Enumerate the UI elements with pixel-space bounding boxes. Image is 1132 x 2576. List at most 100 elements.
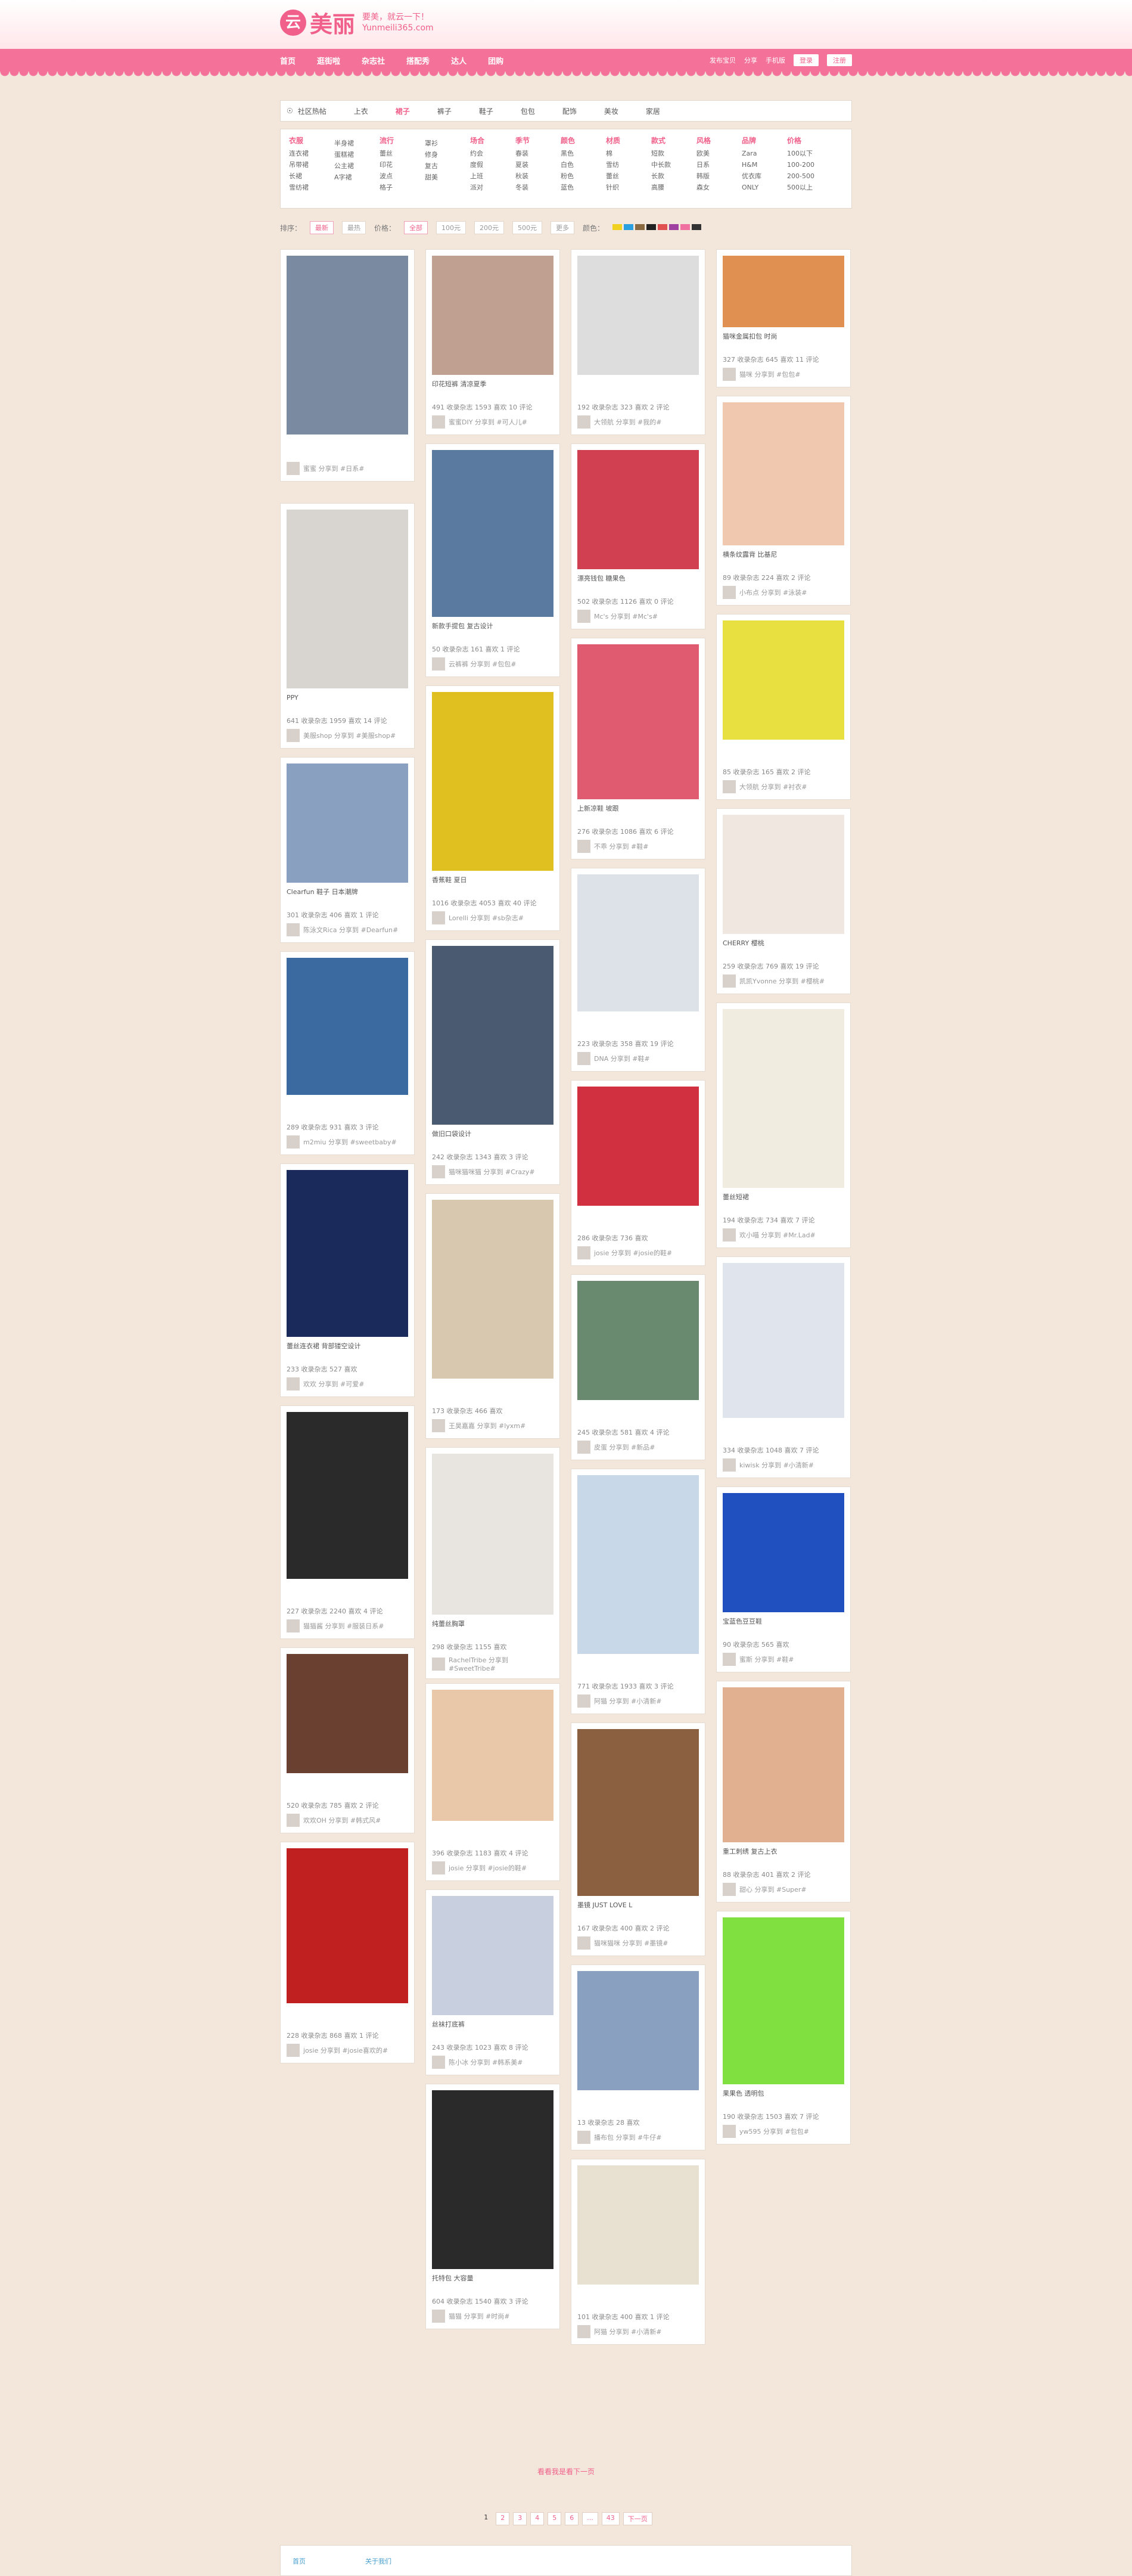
tab-category[interactable]: 家居 (646, 106, 660, 116)
subcat-item[interactable]: 上班 (470, 170, 507, 182)
sharer-text[interactable]: 蜜斯 分享到 #鞋# (739, 1655, 794, 1664)
subcat-item[interactable]: 复古 (425, 160, 462, 172)
subcat-item[interactable]: 优衣库 (742, 170, 779, 182)
avatar[interactable] (577, 840, 590, 853)
register-button[interactable]: 注册 (827, 54, 852, 66)
color-swatch[interactable] (624, 224, 634, 230)
sharer-text[interactable]: josie 分享到 #josie喜欢的# (303, 2046, 388, 2055)
sharer-text[interactable]: Mc's 分享到 #Mc's# (594, 612, 658, 621)
product-card[interactable]: 托特包 大容量 604 收录杂志 1540 喜欢 3 评论 猫猫 分享到 #时尚# (425, 2084, 560, 2329)
sharer-text[interactable]: 欢欢OH 分享到 #韩式风# (303, 1815, 381, 1825)
product-image[interactable] (577, 874, 699, 1011)
product-card[interactable]: 223 收录杂志 358 喜欢 19 评论 DNA 分享到 #鞋# (571, 868, 705, 1072)
sharer-text[interactable]: 蜜蜜 分享到 #日系# (303, 464, 364, 473)
product-card[interactable]: 新款手提包 复古设计 50 收录杂志 161 喜欢 1 评论 云裤裤 分享到 #包包… (425, 443, 560, 677)
logo[interactable]: 云 美丽 要美，就云一下！ Yunmeili365.com (280, 6, 434, 39)
product-image[interactable] (287, 958, 408, 1095)
tab-category[interactable]: 鞋子 (479, 106, 493, 116)
price-500[interactable]: 500元 (512, 221, 543, 234)
sharer-text[interactable]: 云裤裤 分享到 #包包# (449, 659, 516, 669)
subcat-item[interactable]: 长款 (651, 170, 688, 182)
product-image[interactable] (287, 1170, 408, 1337)
subcat-item[interactable]: 波点 (380, 170, 416, 182)
product-image[interactable] (287, 1654, 408, 1773)
product-image[interactable] (577, 644, 699, 799)
product-image[interactable] (577, 1729, 699, 1896)
subcat-heading[interactable]: 季节 (515, 135, 552, 145)
sort-newest[interactable]: 最新 (310, 221, 334, 234)
tab-category[interactable]: 配饰 (562, 106, 577, 116)
tab-category[interactable]: 上衣 (354, 106, 368, 116)
sharer-text[interactable]: 陈泳文Rica 分享到 #Dearfun# (303, 925, 398, 935)
avatar[interactable] (287, 729, 300, 742)
nav-shopping[interactable]: 逛街啦 (317, 55, 340, 66)
avatar[interactable] (723, 2125, 736, 2138)
mobile-link[interactable]: 手机版 (766, 55, 785, 65)
login-button[interactable]: 登录 (794, 54, 819, 66)
product-card[interactable]: 丝袜打底裤 243 收录杂志 1023 喜欢 8 评论 陈小冰 分享到 #韩系美# (425, 1889, 560, 2075)
color-swatch[interactable] (669, 224, 679, 230)
share-link[interactable]: 分享 (744, 55, 757, 65)
avatar[interactable] (723, 368, 736, 381)
product-image[interactable] (723, 1917, 844, 2084)
product-image[interactable] (432, 1454, 553, 1615)
product-card[interactable]: 245 收录杂志 581 喜欢 4 评论 皮蛋 分享到 #新品# (571, 1274, 705, 1460)
avatar[interactable] (287, 2044, 300, 2057)
sharer-text[interactable]: kiwisk 分享到 #小清新# (739, 1460, 814, 1470)
subcat-heading[interactable]: 风格 (696, 135, 733, 145)
product-card[interactable]: 334 收录杂志 1048 喜欢 7 评论 kiwisk 分享到 #小清新# (716, 1256, 851, 1478)
page-link[interactable]: 2 (496, 2512, 510, 2525)
subcat-item[interactable]: 甜美 (425, 172, 462, 183)
product-card[interactable]: 101 收录杂志 400 喜欢 1 评论 阿猫 分享到 #小清新# (571, 2159, 705, 2345)
subcat-item[interactable]: 欧美 (696, 148, 733, 159)
subcat-item[interactable]: 短款 (651, 148, 688, 159)
avatar[interactable] (723, 780, 736, 793)
sharer-text[interactable]: 猫猫 分享到 #时尚# (449, 2311, 509, 2321)
product-image[interactable] (432, 450, 553, 617)
nav-magazine[interactable]: 杂志社 (362, 55, 385, 66)
subcat-item[interactable]: 夏装 (515, 159, 552, 170)
product-image[interactable] (723, 1009, 844, 1188)
product-card[interactable]: 192 收录杂志 323 喜欢 2 评论 大领航 分享到 #我的# (571, 249, 705, 435)
subcat-item[interactable]: 罩衫 (425, 138, 462, 149)
subcat-item[interactable]: 度假 (470, 159, 507, 170)
product-card[interactable]: 香蕉鞋 夏日 1016 收录杂志 4053 喜欢 40 评论 Lorelli 分享到… (425, 685, 560, 931)
sharer-text[interactable]: 阿猫 分享到 #小清新# (594, 2327, 661, 2336)
product-card[interactable]: 横条纹露背 比基尼 89 收录杂志 224 喜欢 2 评论 小布点 分享到 #泳装# (716, 396, 851, 606)
page-link[interactable]: 1 (480, 2512, 492, 2525)
avatar[interactable] (432, 911, 445, 924)
avatar[interactable] (723, 1228, 736, 1242)
product-card[interactable]: 13 收录杂志 28 喜欢 播布包 分享到 #牛仔# (571, 1964, 705, 2150)
product-image[interactable] (723, 256, 844, 327)
price-100[interactable]: 100元 (436, 221, 467, 234)
subcat-item[interactable]: 修身 (425, 149, 462, 160)
subcat-item[interactable]: H&M (742, 159, 779, 170)
product-card[interactable]: 印花短裤 清凉夏季 491 收录杂志 1593 喜欢 10 评论 蜜蜜DIY 分享到… (425, 249, 560, 435)
page-link[interactable]: 6 (565, 2512, 579, 2525)
subcat-item[interactable]: 连衣裙 (289, 148, 326, 159)
sharer-text[interactable]: 播布包 分享到 #牛仔# (594, 2133, 661, 2142)
product-card[interactable]: 蕾丝短裙 194 收录杂志 734 喜欢 7 评论 欢小喵 分享到 #Mr.Lad# (716, 1003, 851, 1248)
sharer-text[interactable]: josie 分享到 #josie的鞋# (594, 1248, 672, 1258)
subcat-item[interactable]: 约会 (470, 148, 507, 159)
avatar[interactable] (432, 1861, 445, 1874)
subcat-heading[interactable]: 衣服 (289, 135, 326, 145)
sharer-text[interactable]: 美服shop 分享到 #美服shop# (303, 731, 396, 740)
avatar[interactable] (723, 1458, 736, 1472)
sharer-text[interactable]: 猫咪猫咪猫 分享到 #Crazy# (449, 1167, 535, 1177)
sharer-text[interactable]: 凯凯Yvonne 分享到 #樱桃# (739, 976, 825, 986)
product-card[interactable]: 蜜蜜 分享到 #日系# (280, 249, 415, 482)
avatar[interactable] (723, 586, 736, 599)
product-image[interactable] (577, 1475, 699, 1654)
sharer-text[interactable]: 大领航 分享到 #我的# (594, 417, 661, 427)
subcat-heading[interactable]: 流行 (380, 135, 416, 145)
avatar[interactable] (577, 1441, 590, 1454)
product-card[interactable]: 上新凉鞋 坡跟 276 收录杂志 1086 喜欢 6 评论 不乖 分享到 #鞋# (571, 638, 705, 859)
product-image[interactable] (432, 1896, 553, 2015)
nav-home[interactable]: 首页 (280, 55, 296, 66)
sharer-text[interactable]: 小布点 分享到 #泳装# (739, 588, 807, 597)
sharer-text[interactable]: 猫咪猫咪 分享到 #墨镜# (594, 1938, 668, 1948)
product-card[interactable]: 蕾丝连衣裙 背部镂空设计 233 收录杂志 527 喜欢 欢欢 分享到 #可爱# (280, 1163, 415, 1397)
subcat-item[interactable]: 500以上 (787, 182, 824, 193)
sharer-text[interactable]: 欢小喵 分享到 #Mr.Lad# (739, 1230, 816, 1240)
